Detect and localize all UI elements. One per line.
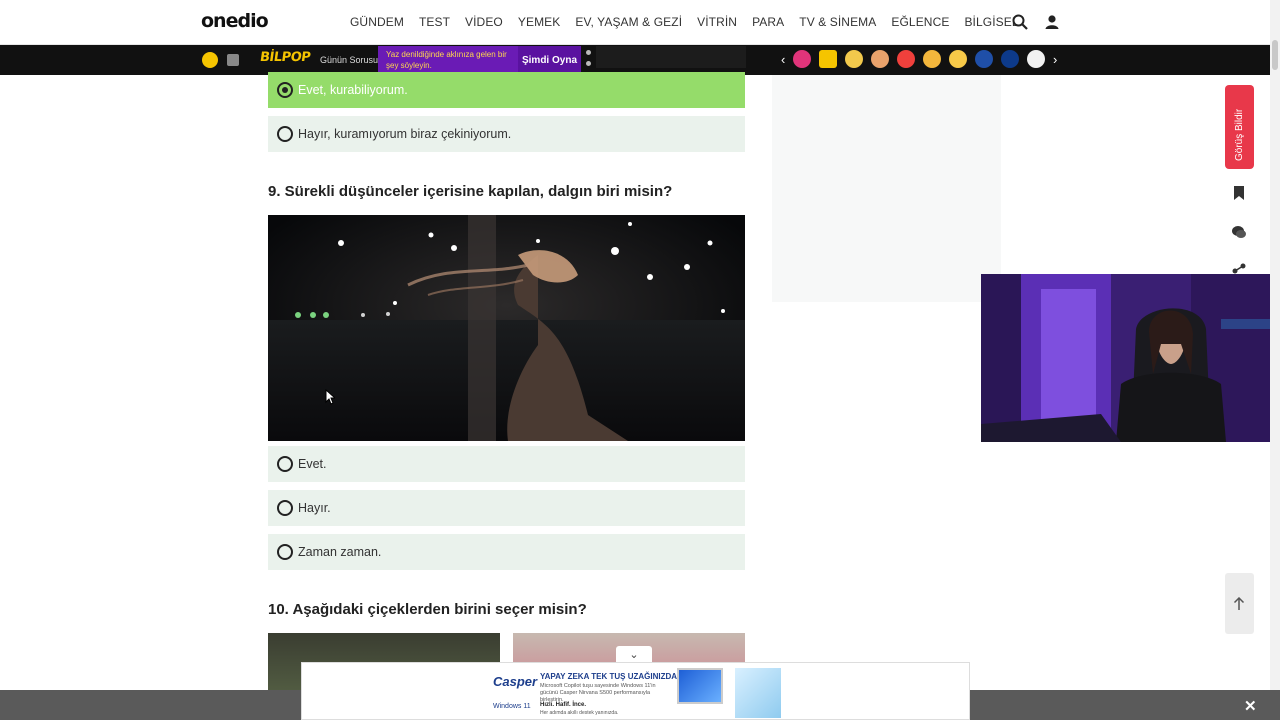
nav-link-tv-sinema[interactable]: TV & SİNEMA <box>799 15 876 29</box>
ad-tagline: Hızlı. Hafif. İnce. <box>540 702 587 708</box>
answer-label: Hayır, kuramıyorum biraz çekiniyorum. <box>298 127 512 141</box>
answer-label: Evet, kurabiliyorum. <box>298 83 408 97</box>
nav-link-ev-yasam-gezi[interactable]: EV, YAŞAM & GEZİ <box>575 15 682 29</box>
answer-option[interactable]: Hayır, kuramıyorum biraz çekiniyorum. <box>268 116 745 152</box>
reaction-icon[interactable] <box>923 50 941 68</box>
close-icon[interactable]: ✕ <box>1244 697 1257 715</box>
mouse-cursor-icon <box>325 389 335 405</box>
reaction-icon[interactable] <box>871 50 889 68</box>
answer-option-selected[interactable]: Evet, kurabiliyorum. <box>268 72 745 108</box>
ad-subtext: Her adımda akıllı destek yanınızda. <box>540 710 619 716</box>
arrow-up-icon <box>1233 597 1245 610</box>
question-9-image <box>268 215 745 441</box>
user-icon[interactable] <box>1043 13 1061 31</box>
reaction-icon[interactable] <box>1001 50 1019 68</box>
reaction-icon[interactable] <box>845 50 863 68</box>
nav-link-gundem[interactable]: GÜNDEM <box>350 15 404 29</box>
chevron-left-icon[interactable]: ‹ <box>781 52 793 67</box>
radio-icon <box>277 456 293 472</box>
answer-label: Evet. <box>298 457 327 471</box>
radio-selected-icon <box>277 82 293 98</box>
radio-icon <box>277 126 293 142</box>
play-now-button[interactable]: Şimdi Oyna <box>518 46 581 75</box>
daily-question-text[interactable]: Yaz denildiğinde aklınıza gelen bir şey … <box>378 46 518 75</box>
bookmark-icon[interactable] <box>1230 184 1248 202</box>
question-10-title: 10. Aşağıdaki çiçeklerden birini seçer m… <box>268 601 587 618</box>
answer-option[interactable]: Evet. <box>268 446 745 482</box>
top-navigation: onedio GÜNDEM TEST VİDEO YEMEK EV, YAŞAM… <box>0 0 1280 45</box>
calendar-icon[interactable] <box>227 54 239 66</box>
radio-icon <box>277 500 293 516</box>
webcam-overlay <box>981 274 1280 442</box>
feedback-label: Görüş Bildir <box>1234 108 1245 161</box>
answer-option[interactable]: Hayır. <box>268 490 745 526</box>
search-icon[interactable] <box>1011 13 1029 31</box>
radio-icon <box>277 544 293 560</box>
nav-link-video[interactable]: VİDEO <box>465 15 503 29</box>
ad-brand: Casper <box>493 674 538 689</box>
reaction-icon[interactable] <box>793 50 811 68</box>
bilpop-logo[interactable]: BİLPOP <box>259 50 311 65</box>
nav-link-eglence[interactable]: EĞLENCE <box>891 15 949 29</box>
comments-icon[interactable] <box>1230 223 1248 241</box>
carousel-dots[interactable] <box>586 50 592 72</box>
reaction-icon[interactable] <box>949 50 967 68</box>
ad-os-label: Windows 11 <box>493 703 531 710</box>
answer-option[interactable]: Zaman zaman. <box>268 534 745 570</box>
scrollbar-thumb[interactable] <box>1272 40 1278 70</box>
reaction-icon[interactable] <box>897 50 915 68</box>
chevron-right-icon[interactable]: › <box>1053 52 1065 67</box>
scroll-to-top-button[interactable] <box>1225 573 1254 634</box>
sidebar-ad-slot <box>772 75 1001 302</box>
answer-label: Hayır. <box>298 501 331 515</box>
bilpop-badge-icon[interactable] <box>202 52 218 68</box>
answer-label: Zaman zaman. <box>298 545 382 559</box>
reaction-emoji-row: ‹ › <box>781 50 1065 68</box>
ad-headline: YAPAY ZEKA TEK TUŞ UZAĞINIZDA <box>540 672 678 681</box>
daily-question-label: Günün Sorusu <box>320 55 379 65</box>
reaction-icon[interactable] <box>975 50 993 68</box>
reaction-icon[interactable] <box>819 50 837 68</box>
feedback-button[interactable]: Görüş Bildir <box>1225 85 1254 169</box>
nav-link-para[interactable]: PARA <box>752 15 784 29</box>
reaction-icon[interactable] <box>1027 50 1045 68</box>
main-menu: GÜNDEM TEST VİDEO YEMEK EV, YAŞAM & GEZİ… <box>350 15 1034 29</box>
nav-link-test[interactable]: TEST <box>419 15 450 29</box>
ad-body: Microsoft Copilot tuşu sayesinde Windows… <box>540 683 656 703</box>
promo-strip <box>596 46 746 68</box>
question-9-title: 9. Sürekli düşünceler içerisine kapılan,… <box>268 183 673 200</box>
ad-side-image <box>735 668 781 718</box>
nav-link-vitrin[interactable]: VİTRİN <box>697 15 737 29</box>
ad-laptop-image <box>677 668 723 704</box>
site-logo[interactable]: onedio <box>201 10 269 32</box>
scrollbar[interactable] <box>1270 0 1280 690</box>
nav-link-yemek[interactable]: YEMEK <box>518 15 561 29</box>
